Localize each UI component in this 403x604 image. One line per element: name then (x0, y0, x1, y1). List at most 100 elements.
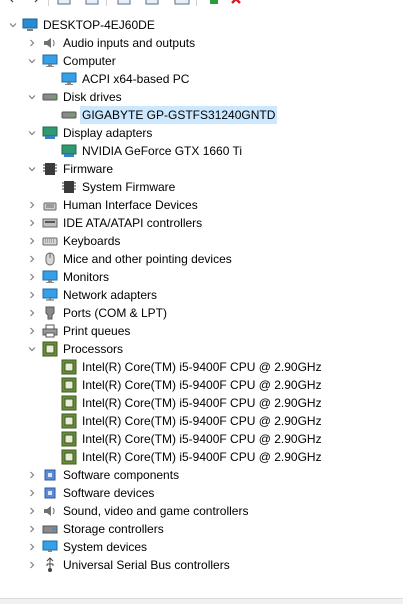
tree-device-item[interactable]: ACPI x64-based PC (0, 70, 403, 88)
tree-item-label: Software devices (63, 486, 155, 500)
chevron-right-icon[interactable] (26, 250, 38, 268)
sound-icon (42, 503, 58, 519)
tree-item-label: System devices (63, 540, 148, 554)
chevron-down-icon[interactable] (26, 88, 38, 106)
system-device-icon (42, 539, 58, 555)
tree-item-label: Print queues (63, 324, 131, 338)
tree-category-print-queues[interactable]: Print queues (0, 322, 403, 340)
tree-item-label: IDE ATA/ATAPI controllers (63, 216, 203, 230)
chevron-right-icon[interactable] (26, 232, 38, 250)
help-icon[interactable] (84, 0, 100, 6)
tree-device-item[interactable]: GIGABYTE GP-GSTFS31240GNTD (0, 106, 403, 124)
properties-icon[interactable] (56, 0, 72, 6)
tree-category-software-devices[interactable]: Software devices (0, 484, 403, 502)
tree-category-firmware[interactable]: Firmware (0, 160, 403, 178)
tree-item-label: NVIDIA GeForce GTX 1660 Ti (82, 144, 243, 158)
chevron-right-icon[interactable] (26, 466, 38, 484)
chevron-right-icon[interactable] (26, 286, 38, 304)
chevron-right-icon[interactable] (26, 520, 38, 538)
monitor-icon (42, 53, 58, 69)
disk-drive-icon (61, 107, 77, 123)
update-driver-green-icon[interactable] (206, 0, 222, 6)
chevron-down-icon[interactable] (7, 16, 19, 34)
processor-icon (61, 431, 77, 447)
tree-item-label: Universal Serial Bus controllers (63, 558, 230, 572)
chevron-right-icon[interactable] (26, 268, 38, 286)
tree-category-computer[interactable]: Computer (0, 52, 403, 70)
chevron-right-icon[interactable] (26, 538, 38, 556)
scan-icon[interactable] (144, 0, 160, 6)
chevron-down-icon[interactable] (26, 52, 38, 70)
forward-icon[interactable] (26, 0, 42, 6)
enable-device-icon[interactable] (174, 0, 190, 6)
chevron-right-icon[interactable] (26, 484, 38, 502)
tree-category-human-interface-devices[interactable]: Human Interface Devices (0, 196, 403, 214)
toolbar (0, 0, 403, 8)
processor-icon (61, 359, 77, 375)
tree-item-label: Intel(R) Core(TM) i5-9400F CPU @ 2.90GHz (82, 378, 322, 392)
processor-icon (42, 341, 58, 357)
chevron-right-icon[interactable] (26, 556, 38, 574)
tree-device-item[interactable]: System Firmware (0, 178, 403, 196)
tree-device-item[interactable]: Intel(R) Core(TM) i5-9400F CPU @ 2.90GHz (0, 376, 403, 394)
tree-category-software-components[interactable]: Software components (0, 466, 403, 484)
monitor-icon (61, 71, 77, 87)
chevron-down-icon[interactable] (26, 340, 38, 358)
tree-category-keyboards[interactable]: Keyboards (0, 232, 403, 250)
update-driver-icon[interactable] (116, 0, 132, 6)
tree-device-item[interactable]: Intel(R) Core(TM) i5-9400F CPU @ 2.90GHz (0, 358, 403, 376)
tree-category-system-devices[interactable]: System devices (0, 538, 403, 556)
tree-category-processors[interactable]: Processors (0, 340, 403, 358)
display-adapter-icon (42, 125, 58, 141)
tree-category-monitors[interactable]: Monitors (0, 268, 403, 286)
tree-category-display-adapters[interactable]: Display adapters (0, 124, 403, 142)
tree-device-item[interactable]: Intel(R) Core(TM) i5-9400F CPU @ 2.90GHz (0, 412, 403, 430)
tree-item-label: Processors (63, 342, 124, 356)
chevron-right-icon[interactable] (26, 34, 38, 52)
tree-device-item[interactable]: NVIDIA GeForce GTX 1660 Ti (0, 142, 403, 160)
speaker-icon (42, 35, 58, 51)
tree-category-network-adapters[interactable]: Network adapters (0, 286, 403, 304)
tree-item-label: Mice and other pointing devices (63, 252, 232, 266)
tree-device-item[interactable]: Intel(R) Core(TM) i5-9400F CPU @ 2.90GHz (0, 394, 403, 412)
chevron-right-icon[interactable] (26, 322, 38, 340)
tree-item-label: ACPI x64-based PC (82, 72, 190, 86)
chevron-down-icon[interactable] (26, 160, 38, 178)
chevron-right-icon[interactable] (26, 214, 38, 232)
monitor-icon (42, 269, 58, 285)
chevron-right-icon[interactable] (26, 304, 38, 322)
tree-device-item[interactable]: Intel(R) Core(TM) i5-9400F CPU @ 2.90GHz (0, 430, 403, 448)
device-tree[interactable]: DESKTOP-4EJ60DE Audio inputs and outputs C… (0, 16, 403, 598)
tree-device-item[interactable]: Intel(R) Core(TM) i5-9400F CPU @ 2.90GHz (0, 448, 403, 466)
port-icon (42, 305, 58, 321)
tree-category-mice-and-other-pointing-devices[interactable]: Mice and other pointing devices (0, 250, 403, 268)
printer-icon (42, 323, 58, 339)
tree-category-ports-com-lpt[interactable]: Ports (COM & LPT) (0, 304, 403, 322)
chevron-right-icon[interactable] (26, 502, 38, 520)
tree-item-label: Ports (COM & LPT) (63, 306, 168, 320)
tree-item-label: Sound, video and game controllers (63, 504, 249, 518)
tree-category-sound-video-and-game-controllers[interactable]: Sound, video and game controllers (0, 502, 403, 520)
chevron-right-icon[interactable] (26, 196, 38, 214)
software-device-icon (42, 485, 58, 501)
processor-icon (61, 449, 77, 465)
status-bar (0, 598, 403, 604)
back-icon[interactable] (6, 0, 22, 6)
network-adapter-icon (42, 287, 58, 303)
storage-controller-icon (42, 521, 58, 537)
tree-category-universal-serial-bus-controllers[interactable]: Universal Serial Bus controllers (0, 556, 403, 574)
processor-icon (61, 413, 77, 429)
tree-item-label: Intel(R) Core(TM) i5-9400F CPU @ 2.90GHz (82, 396, 322, 410)
disk-drive-icon (42, 89, 58, 105)
tree-category-ide-ata-atapi-controllers[interactable]: IDE ATA/ATAPI controllers (0, 214, 403, 232)
firmware-icon (61, 179, 77, 195)
display-adapter-icon (61, 143, 77, 159)
tree-root-node[interactable]: DESKTOP-4EJ60DE (0, 16, 403, 34)
tree-item-label: Intel(R) Core(TM) i5-9400F CPU @ 2.90GHz (82, 432, 322, 446)
tree-category-disk-drives[interactable]: Disk drives (0, 88, 403, 106)
tree-category-audio-inputs-and-outputs[interactable]: Audio inputs and outputs (0, 34, 403, 52)
tree-category-storage-controllers[interactable]: Storage controllers (0, 520, 403, 538)
chevron-down-icon[interactable] (26, 124, 38, 142)
uninstall-icon[interactable] (228, 0, 244, 6)
tree-item-label: Disk drives (63, 90, 122, 104)
